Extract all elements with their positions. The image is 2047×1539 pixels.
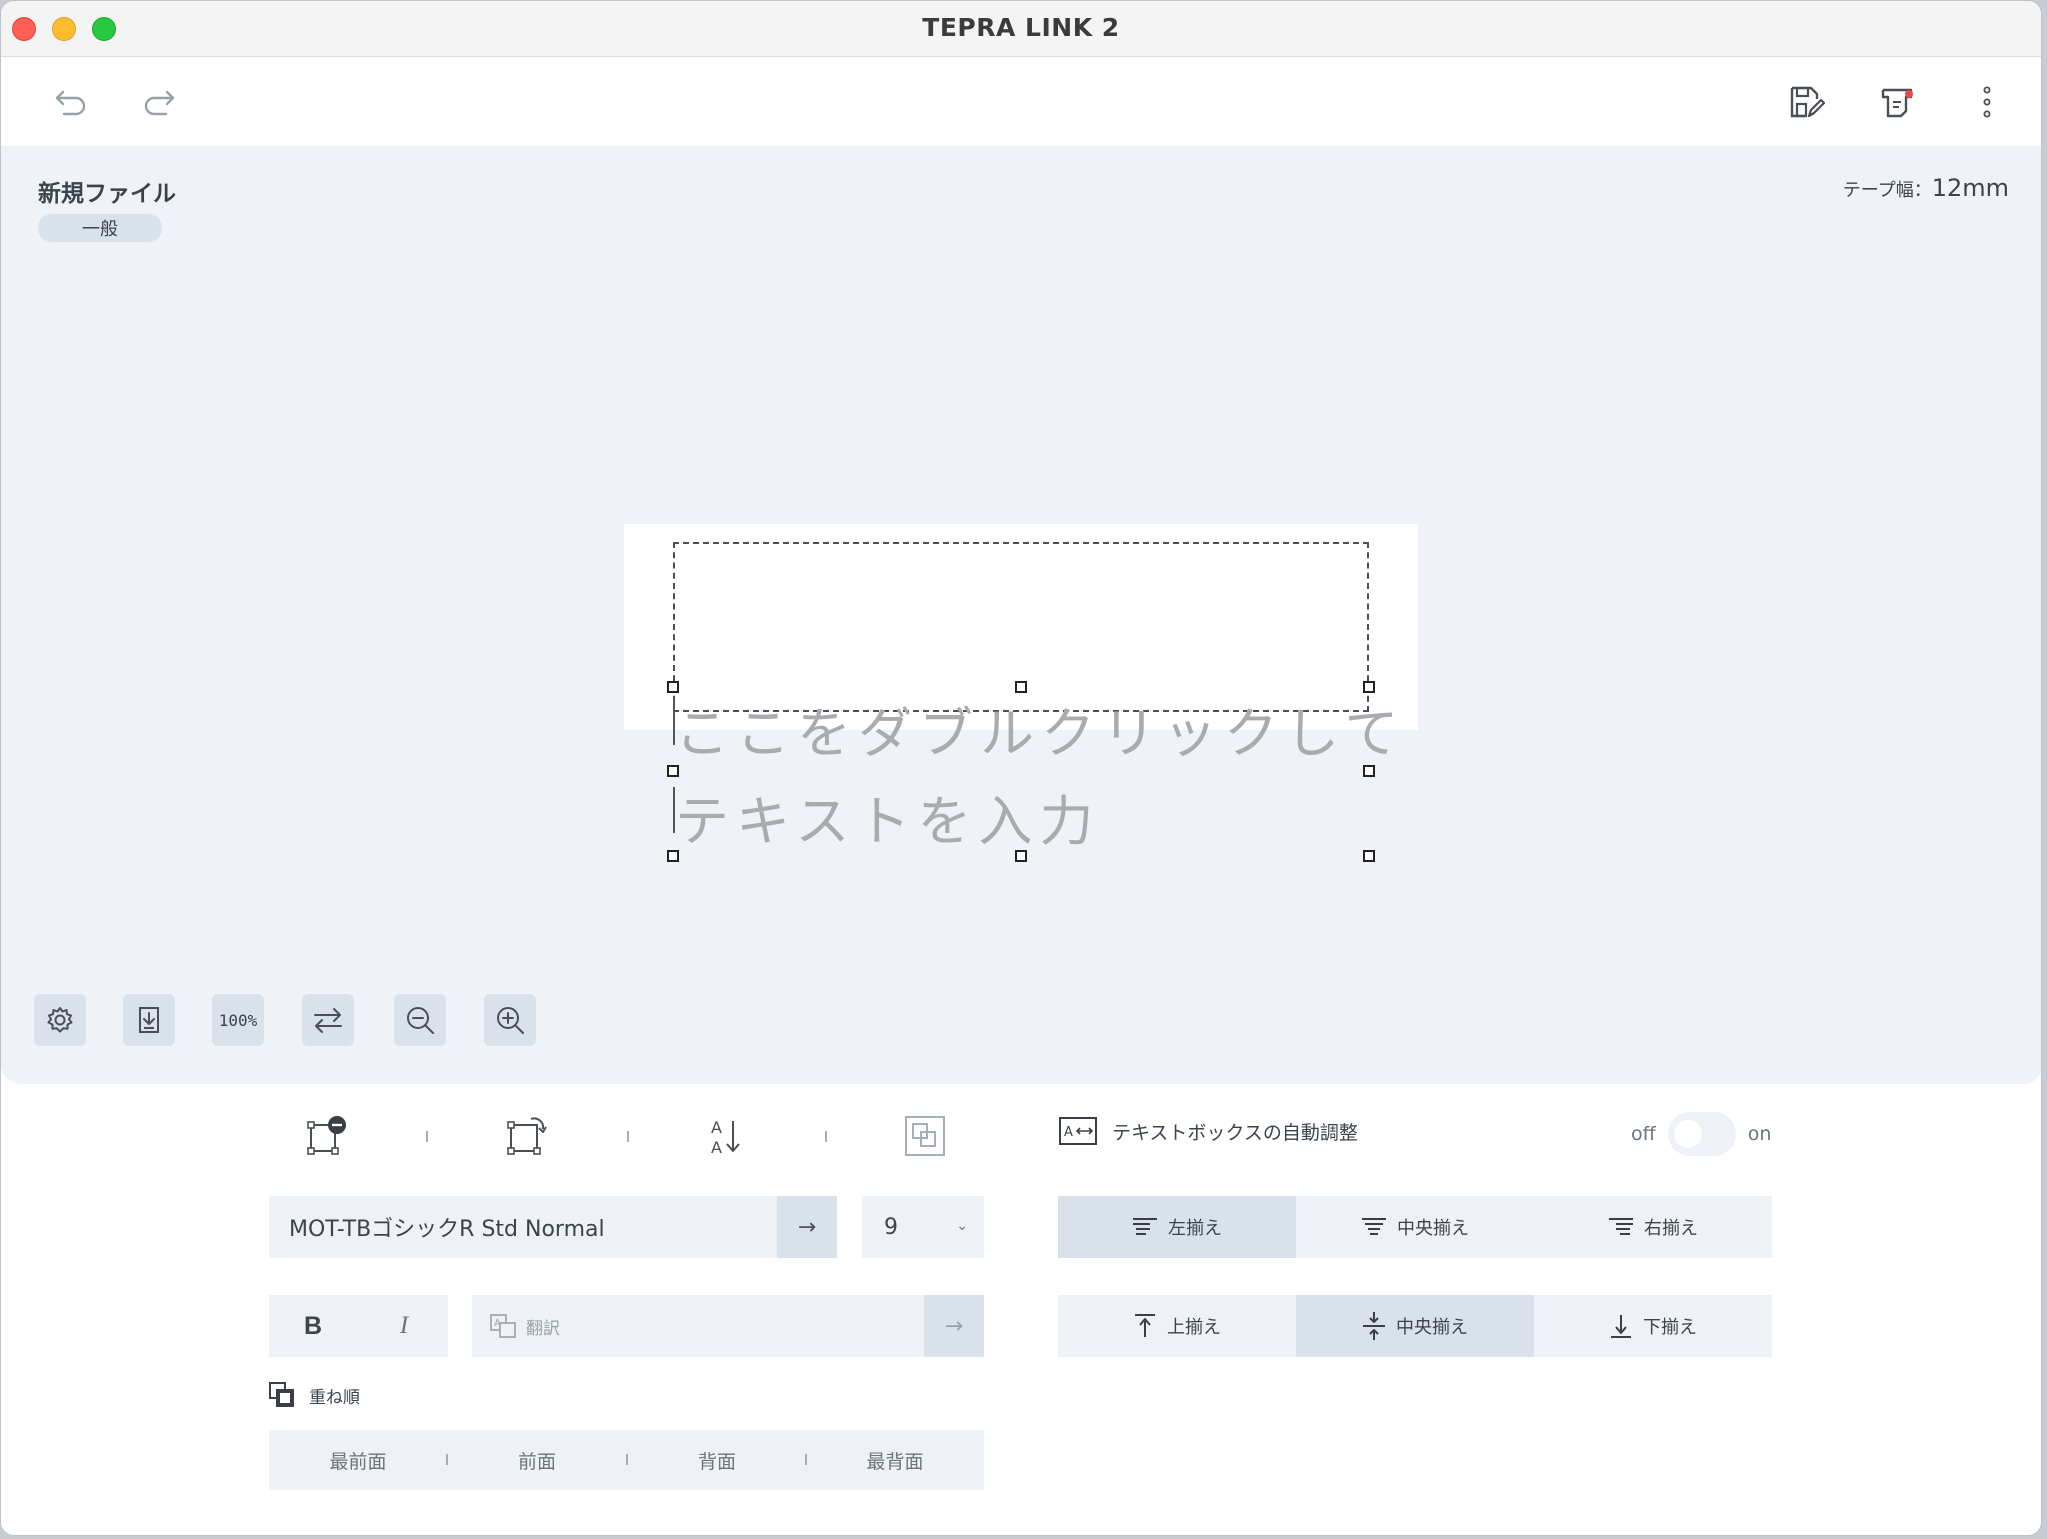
zoom-in-icon [497,1007,524,1034]
swap-arrows-icon [314,1008,342,1033]
zoom-in-button[interactable] [484,994,536,1046]
file-name: 新規ファイル [38,181,176,207]
zoom-out-button[interactable] [394,994,446,1046]
save-button[interactable] [1785,80,1829,124]
rotate-object-button[interactable] [503,1114,551,1158]
translate-field[interactable]: A 翻訳 [472,1295,924,1357]
font-picker-button[interactable]: → [777,1196,837,1258]
align-center-label: 中央揃え [1397,1218,1469,1239]
align-top-label: 上揃え [1167,1317,1221,1338]
align-middle-button[interactable]: 中央揃え [1296,1295,1534,1357]
send-to-back-button[interactable]: 最背面 [806,1430,984,1490]
bring-to-front-button[interactable]: 最前面 [269,1430,447,1490]
auto-adjust-toggle-group: off on [1631,1112,1771,1156]
frame-minus-icon [307,1116,346,1155]
align-top-icon [1135,1314,1155,1337]
italic-button[interactable]: I [360,1295,448,1357]
undo-arrow-icon [55,90,86,116]
text-style-group: B I [269,1295,448,1357]
placeholder-line-2: テキストを入力 [675,790,1101,853]
gear-icon [47,1007,73,1033]
download-document-icon [139,1007,159,1033]
bring-forward-button[interactable]: 前面 [448,1430,626,1490]
tape-printer-icon [1881,88,1913,118]
more-menu-button[interactable] [1965,80,2009,124]
layers-icon [269,1382,294,1407]
print-button[interactable] [1875,80,1919,124]
remove-frame-button[interactable] [303,1114,351,1158]
toggle-on-label: on [1747,1123,1772,1145]
overlap-squares-icon [905,1116,945,1156]
layer-order-header: 重ね順 [269,1382,360,1408]
bold-button[interactable]: B [269,1295,357,1357]
textbox-autosize-icon: A [1059,1117,1097,1145]
font-family-field[interactable]: MOT-TBゴシックR Std Normal [269,1196,777,1258]
horizontal-align-group: 左揃え 中央揃え 右揃え [1058,1196,1772,1258]
app-window: TEPRA LINK 2 新規ファイル 一般 テープ幅：12mm 100% ここ… [0,0,2042,1536]
title-bar: TEPRA LINK 2 [1,1,2041,57]
svg-text:A: A [1064,1125,1073,1140]
zoom-reset-button[interactable]: 100% [212,994,264,1046]
settings-button[interactable] [34,994,86,1046]
save-edit-icon [1790,86,1825,118]
redo-arrow-icon [144,90,175,116]
align-bottom-icon [1611,1315,1631,1338]
auto-adjust-row: A テキストボックスの自動調整 [1058,1116,1358,1146]
toggle-knob [1673,1120,1702,1148]
window-title: TEPRA LINK 2 [922,13,1120,42]
rotate-frame-icon [507,1117,547,1155]
category-badge: 一般 [38,214,162,242]
align-right-button[interactable]: 右揃え [1534,1196,1772,1258]
separator [627,1131,629,1142]
font-size-value: 9 [884,1214,898,1240]
align-right-icon [1609,1218,1633,1235]
vertical-text-icon: A A [711,1118,740,1157]
separator [825,1131,827,1142]
resize-handle[interactable] [1363,850,1375,862]
align-right-label: 右揃え [1644,1218,1698,1239]
tape-width: テープ幅：12mm [1843,174,2009,202]
main-toolbar [1,58,2041,146]
translate-button[interactable]: → [924,1295,984,1357]
align-bottom-button[interactable]: 下揃え [1534,1295,1772,1357]
tape-width-value: 12mm [1931,174,2009,202]
vertical-align-group: 上揃え 中央揃え 下揃え [1058,1295,1772,1357]
layer-order-title: 重ね順 [309,1387,360,1408]
tape-width-label: テープ幅： [1842,180,1932,201]
zoom-out-icon [407,1007,434,1034]
svg-text:A: A [711,1118,722,1137]
auto-adjust-toggle[interactable] [1667,1112,1736,1156]
separator [426,1131,428,1142]
align-bottom-label: 下揃え [1643,1317,1697,1338]
translate-icon: A [490,1314,516,1338]
redo-button[interactable] [137,80,181,124]
svg-text:A: A [711,1138,722,1157]
chevron-down-icon: ⌄ [956,1218,968,1234]
layer-order-group: 最前面 前面 背面 最背面 [269,1430,984,1490]
align-top-button[interactable]: 上揃え [1058,1295,1296,1357]
send-backward-button[interactable]: 背面 [628,1430,806,1490]
zoom-level: 100% [218,1010,258,1030]
align-center-icon [1362,1218,1386,1235]
align-center-button[interactable]: 中央揃え [1296,1196,1534,1258]
placeholder-line-1: ここをダブルクリックして [675,702,1406,765]
align-left-icon [1133,1218,1157,1235]
font-size-select[interactable]: 9 ⌄ [862,1196,984,1258]
undo-button[interactable] [49,80,93,124]
swap-direction-button[interactable] [302,994,354,1046]
align-left-button[interactable]: 左揃え [1058,1196,1296,1258]
align-middle-icon [1363,1312,1385,1340]
text-direction-button[interactable]: A A [703,1114,751,1158]
align-middle-label: 中央揃え [1396,1317,1468,1338]
vertical-ellipsis-icon [1983,86,1991,118]
align-left-label: 左揃え [1168,1218,1222,1239]
import-button[interactable] [123,994,175,1046]
toggle-off-label: off [1631,1123,1656,1145]
translate-placeholder: 翻訳 [526,1318,560,1339]
auto-adjust-label: テキストボックスの自動調整 [1112,1121,1358,1144]
arrange-button[interactable] [903,1114,947,1158]
